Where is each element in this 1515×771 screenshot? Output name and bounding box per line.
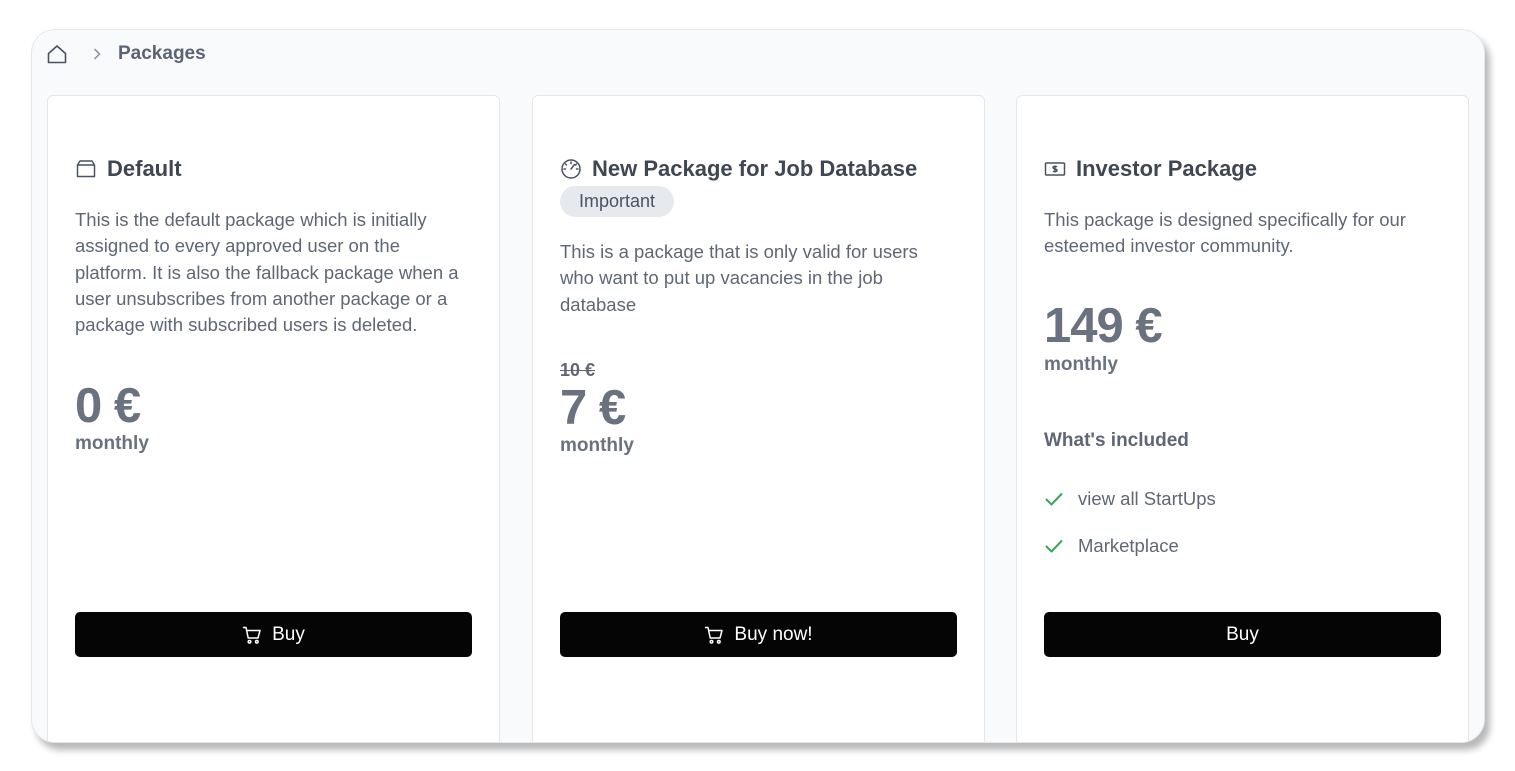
gauge-icon	[560, 158, 582, 180]
package-title-row: Default	[75, 156, 182, 182]
feature-item: view all StartUps	[1044, 488, 1216, 510]
package-card-job-database: New Package for Job Database Important T…	[532, 95, 985, 742]
home-icon[interactable]	[46, 43, 68, 65]
package-title: New Package for Job Database	[592, 156, 918, 181]
package-period: monthly	[560, 435, 634, 456]
package-title: Investor Package	[1076, 156, 1257, 181]
package-title-row: New Package for Job Database	[560, 156, 917, 182]
buy-button[interactable]: Buy	[1044, 612, 1441, 657]
status-badge: Important	[560, 186, 675, 217]
buy-button-label: Buy	[272, 623, 305, 645]
banknote-icon	[1044, 158, 1066, 180]
package-period: monthly	[1044, 354, 1118, 375]
feature-label: Marketplace	[1078, 535, 1179, 556]
package-card-default: Default This is the default package whic…	[47, 95, 500, 742]
package-description: This is a package that is only valid for…	[560, 241, 918, 315]
cart-icon	[704, 625, 724, 645]
app-window: Packages Default This is the default pac…	[31, 29, 1485, 743]
archive-box-icon	[75, 158, 97, 180]
chevron-right-icon	[90, 47, 104, 61]
package-title: Default	[107, 156, 182, 181]
package-description: This package is designed specifically fo…	[1044, 209, 1406, 257]
check-icon	[1044, 489, 1064, 509]
feature-label: view all StartUps	[1078, 488, 1216, 509]
feature-item: Marketplace	[1044, 535, 1179, 557]
buy-button[interactable]: Buy	[75, 612, 472, 657]
breadcrumb-current: Packages	[118, 43, 206, 64]
package-card-investor: Investor Package This package is designe…	[1016, 95, 1469, 742]
package-price: 0 €	[75, 379, 141, 433]
buy-button-label: Buy	[1226, 623, 1259, 645]
package-old-price: 10 €	[560, 360, 596, 380]
package-price: 7 €	[560, 381, 626, 435]
breadcrumb: Packages	[46, 42, 206, 66]
package-title-row: Investor Package	[1044, 156, 1257, 182]
check-icon	[1044, 536, 1064, 556]
cart-icon	[242, 625, 262, 645]
buy-button-label: Buy now!	[734, 623, 813, 645]
package-description: This is the default package which is ini…	[75, 209, 459, 336]
package-price: 149 €	[1044, 299, 1163, 353]
included-title: What's included	[1044, 430, 1189, 451]
package-period: monthly	[75, 433, 149, 454]
buy-now-button[interactable]: Buy now!	[560, 612, 957, 657]
